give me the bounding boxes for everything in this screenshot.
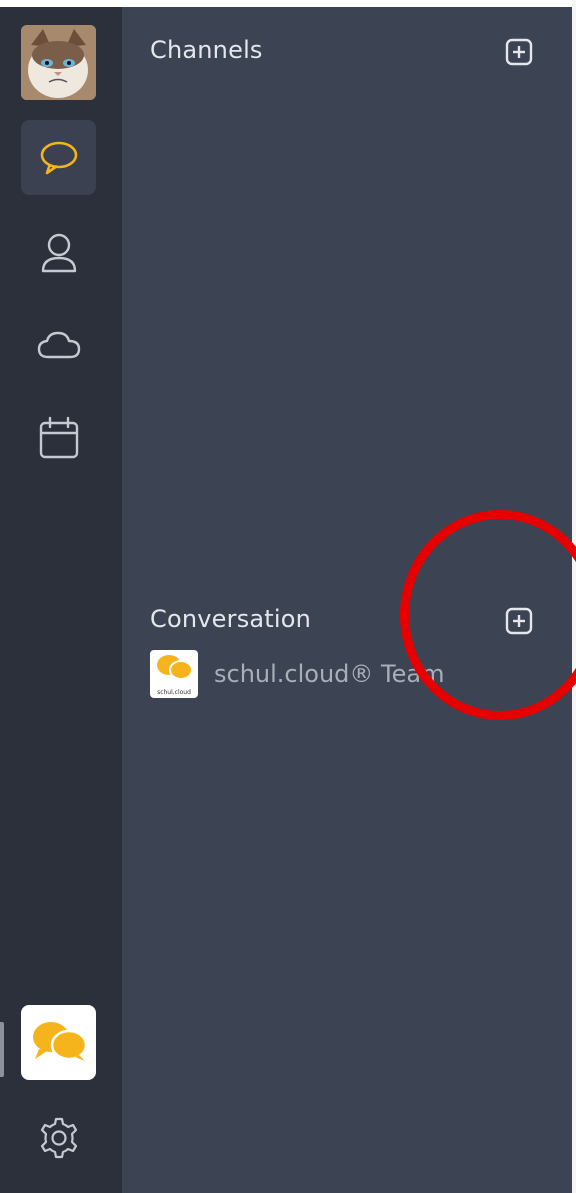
chat-nav-button[interactable]	[21, 120, 96, 195]
workspace-indicator	[0, 1022, 4, 1077]
add-conversation-button[interactable]	[505, 607, 533, 635]
schul-cloud-logo-icon	[29, 1019, 89, 1067]
add-channel-button[interactable]	[505, 38, 533, 66]
conversation-item[interactable]: schul.cloud schul.cloud® Team	[150, 650, 444, 698]
channels-heading: Channels	[150, 36, 263, 64]
conversation-logo-text: schul.cloud	[157, 689, 191, 696]
conversation-name: schul.cloud® Team	[214, 660, 445, 688]
calendar-icon	[38, 416, 80, 460]
conversation-heading: Conversation	[150, 605, 312, 633]
cloud-nav-button[interactable]	[21, 307, 96, 382]
conversation-avatar: schul.cloud	[150, 650, 198, 698]
calendar-nav-button[interactable]	[21, 400, 96, 475]
user-avatar[interactable]	[21, 25, 96, 100]
right-border	[572, 0, 576, 1193]
contacts-nav-button[interactable]	[21, 215, 96, 290]
cat-avatar-image	[21, 25, 96, 100]
chat-bubble-icon	[39, 139, 79, 177]
settings-button[interactable]	[21, 1100, 96, 1175]
user-icon	[39, 231, 79, 275]
cloud-icon	[37, 329, 81, 361]
schul-cloud-logo-icon	[154, 655, 194, 687]
channel-panel: Channels Conversation schul.cloud schul.…	[122, 7, 572, 1193]
top-border	[0, 0, 576, 7]
schul-cloud-workspace-button[interactable]	[21, 1005, 96, 1080]
plus-square-icon	[505, 607, 533, 639]
plus-square-icon	[505, 38, 533, 70]
gear-icon	[37, 1116, 81, 1160]
